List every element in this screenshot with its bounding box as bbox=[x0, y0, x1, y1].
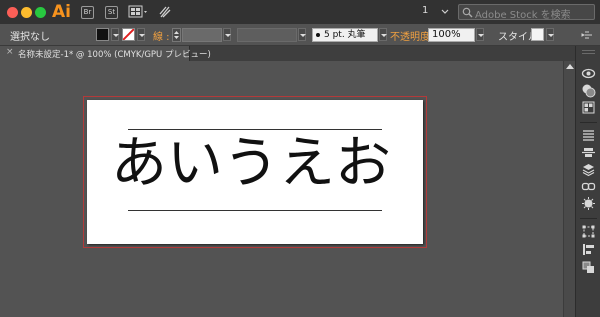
opacity-dropdown[interactable] bbox=[476, 28, 484, 41]
links-icon[interactable] bbox=[581, 179, 596, 194]
no-stroke-icon bbox=[123, 29, 134, 40]
transform-icon[interactable] bbox=[581, 224, 596, 239]
title-bar: Ai Br St 1 Adobe Stock を検索 bbox=[0, 0, 600, 24]
layers-icon[interactable] bbox=[581, 162, 596, 177]
stroke-label[interactable]: 線 : bbox=[153, 28, 170, 43]
brush-definition-field[interactable]: 5 pt. 丸筆 bbox=[312, 28, 378, 42]
brush-definition-dropdown[interactable] bbox=[379, 28, 387, 41]
dock-separator bbox=[580, 122, 597, 123]
document-tab[interactable]: × 名称未設定-1* @ 100% (CMYK/GPU プレビュー) bbox=[0, 46, 211, 61]
fill-swatch[interactable] bbox=[96, 28, 109, 41]
vertical-scrollbar[interactable] bbox=[563, 61, 575, 317]
artboards-icon[interactable] bbox=[581, 260, 596, 275]
variable-width-profile[interactable] bbox=[237, 28, 297, 42]
window-minimize-button[interactable] bbox=[21, 7, 32, 18]
bridge-icon[interactable]: Br bbox=[81, 6, 94, 19]
chevron-down-icon[interactable] bbox=[440, 6, 450, 16]
panel-menu-icon[interactable] bbox=[581, 30, 593, 43]
graphic-style-swatch[interactable] bbox=[531, 28, 544, 41]
gpu-performance-icon[interactable] bbox=[158, 4, 172, 20]
brush-definition-value: 5 pt. 丸筆 bbox=[324, 30, 366, 40]
stroke-weight-stepper[interactable] bbox=[172, 28, 181, 42]
dock-grip[interactable] bbox=[582, 53, 595, 54]
opacity-field[interactable]: 100% bbox=[428, 28, 475, 42]
stock-search-input[interactable]: Adobe Stock を検索 bbox=[458, 4, 595, 21]
stroke-weight-field[interactable] bbox=[182, 28, 222, 42]
scroll-up-icon[interactable] bbox=[566, 64, 574, 69]
close-tab-icon[interactable]: × bbox=[6, 47, 14, 57]
stroke-dropdown[interactable] bbox=[137, 28, 145, 41]
window-close-button[interactable] bbox=[7, 7, 18, 18]
pathfinder-icon[interactable] bbox=[581, 242, 596, 257]
swatches-icon[interactable] bbox=[581, 100, 596, 115]
stroke-swatch[interactable] bbox=[122, 28, 135, 41]
stock-search-placeholder: Adobe Stock を検索 bbox=[475, 10, 571, 21]
search-icon bbox=[462, 7, 473, 18]
window-zoom-button[interactable] bbox=[35, 7, 46, 18]
selection-status: 選択なし bbox=[10, 32, 50, 43]
variable-width-dropdown[interactable] bbox=[298, 28, 306, 41]
appearance-icon[interactable] bbox=[581, 66, 596, 81]
dock-separator bbox=[580, 218, 597, 219]
fill-dropdown[interactable] bbox=[111, 28, 119, 41]
control-bar: 選択なし 線 : 5 pt. 丸筆 不透明度 : 100% スタイル : bbox=[0, 24, 600, 46]
panel-dock bbox=[575, 46, 600, 317]
symbols-icon[interactable] bbox=[581, 196, 596, 211]
graphic-style-dropdown[interactable] bbox=[546, 28, 554, 41]
document-tab-title: 名称未設定-1* @ 100% (CMYK/GPU プレビュー) bbox=[18, 50, 211, 60]
artboard-text[interactable]: あいうえお bbox=[111, 128, 401, 200]
bottom-rule-line[interactable] bbox=[128, 210, 382, 211]
arrange-documents-icon[interactable] bbox=[128, 5, 150, 19]
document-tab-bar: × 名称未設定-1* @ 100% (CMYK/GPU プレビュー) bbox=[0, 46, 577, 61]
brushes-icon[interactable] bbox=[581, 128, 596, 143]
align-icon[interactable] bbox=[581, 145, 596, 160]
dock-grip[interactable] bbox=[582, 50, 595, 51]
app-logo: Ai bbox=[52, 2, 71, 22]
page-number[interactable]: 1 bbox=[422, 5, 428, 16]
stroke-weight-dropdown[interactable] bbox=[223, 28, 231, 41]
color-guide-icon[interactable] bbox=[581, 83, 596, 98]
stock-icon[interactable]: St bbox=[105, 6, 118, 19]
